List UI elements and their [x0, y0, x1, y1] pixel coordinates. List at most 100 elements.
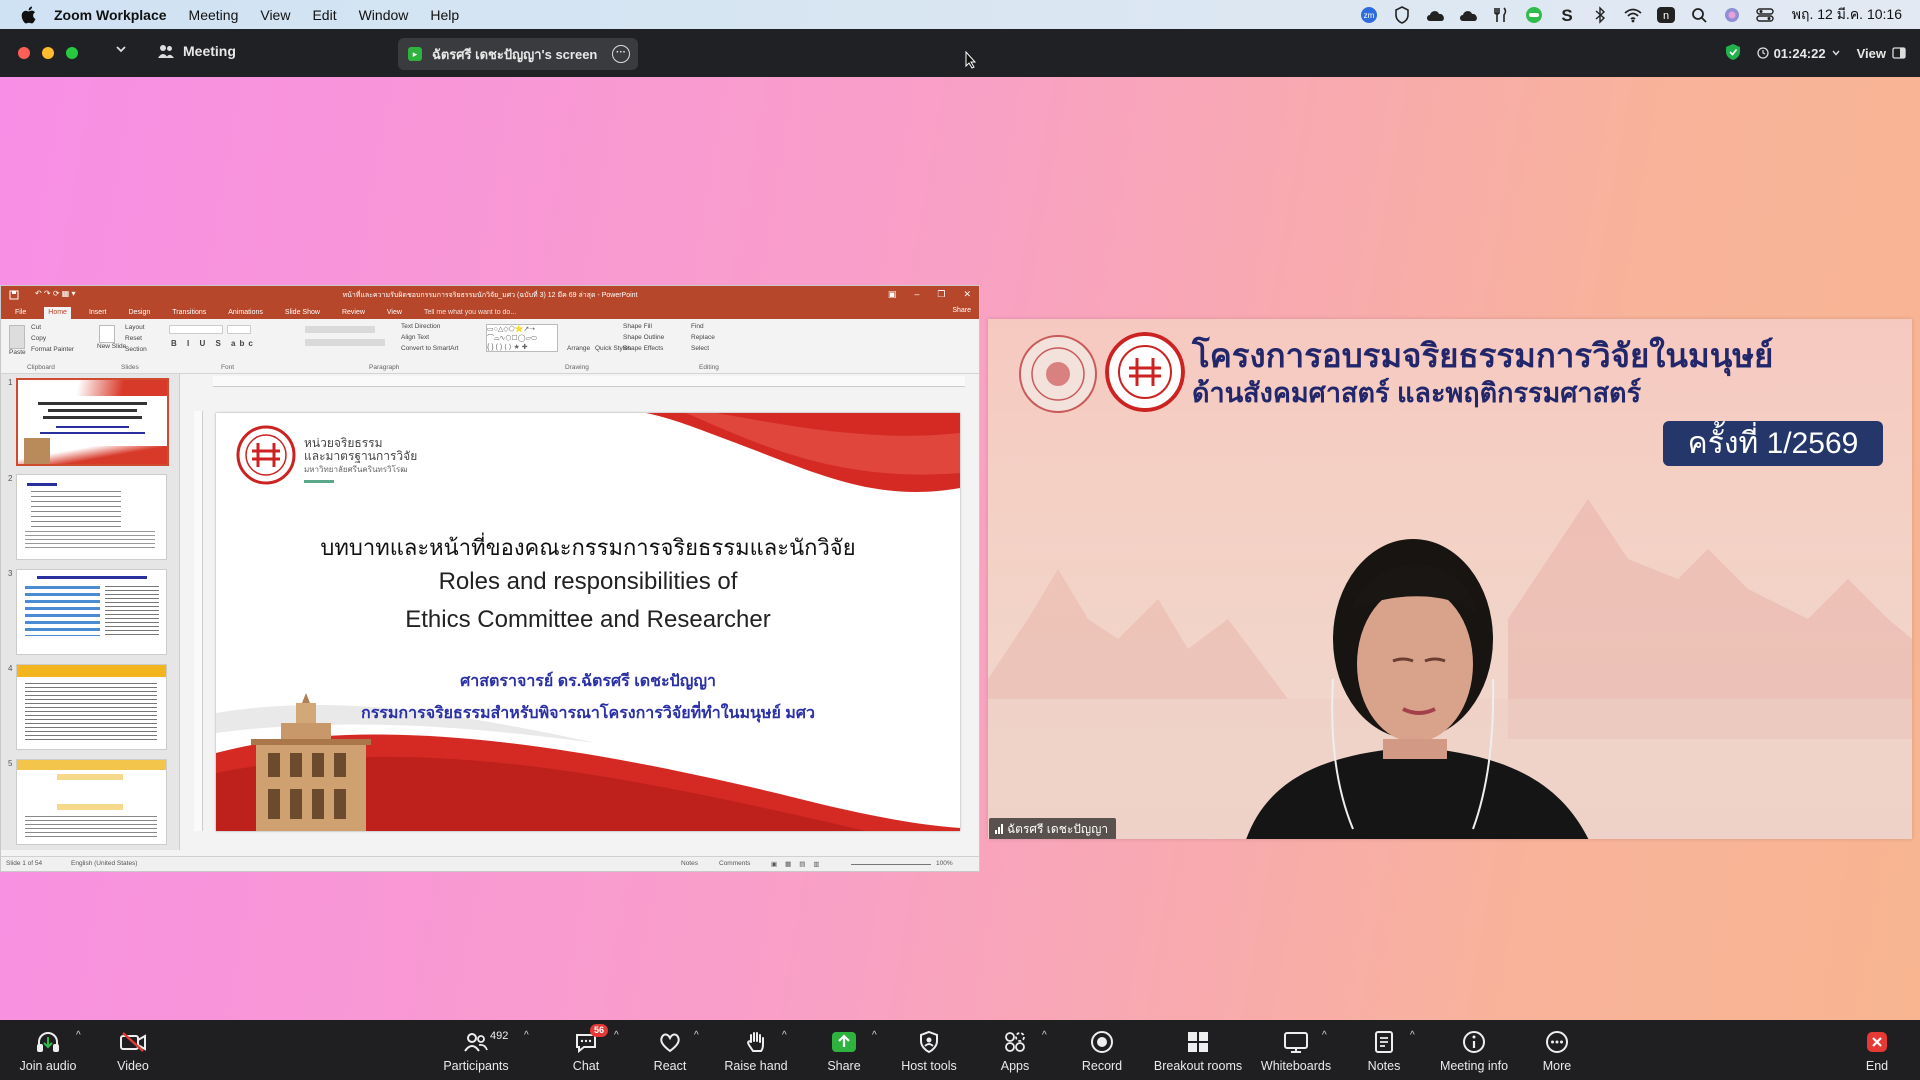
meeting-controls-toolbar: Join audio ^ Video Participants 492 ^ Ch…	[0, 1020, 1920, 1080]
participants-options-caret[interactable]: ^	[524, 1030, 529, 1041]
speaker-video-tile[interactable]: โครงการอบรมจริยธรรมการวิจัยในมนุษย์ ด้าน…	[988, 319, 1912, 839]
search-icon[interactable]	[1689, 6, 1709, 24]
participants-button[interactable]: Participants	[438, 1020, 514, 1080]
control-center-icon[interactable]	[1755, 6, 1775, 24]
join-audio-button[interactable]: Join audio	[12, 1020, 84, 1080]
meeting-menu-button[interactable]: Meeting	[157, 43, 236, 59]
hand-icon	[745, 1027, 767, 1057]
whiteboards-button[interactable]: Whiteboards	[1256, 1020, 1336, 1080]
shield-status-icon[interactable]	[1392, 5, 1412, 24]
participant-count: 492	[490, 1030, 509, 1042]
cloud-sync-icon[interactable]	[1458, 6, 1478, 24]
layout-label: Layout	[125, 324, 145, 331]
screen-share-dot-icon: ▸	[408, 47, 422, 61]
app-name-menu[interactable]: Zoom Workplace	[54, 7, 167, 23]
menu-help[interactable]: Help	[430, 7, 459, 23]
maximize-window-button[interactable]	[66, 47, 78, 59]
notes-icon	[1373, 1027, 1395, 1057]
fork-knife-icon[interactable]	[1491, 6, 1511, 24]
logo-line-3: มหาวิทยาลัยศรีนครินทรวิโรฒ	[304, 465, 408, 474]
meeting-timer[interactable]: 01:24:22	[1756, 46, 1841, 61]
n-app-icon[interactable]: n	[1656, 6, 1676, 24]
align-text-label: Align Text	[401, 334, 430, 341]
slide-thumbnail	[16, 759, 167, 845]
menu-view[interactable]: View	[260, 7, 290, 23]
apps-options-caret[interactable]: ^	[1042, 1030, 1047, 1041]
apple-icon[interactable]	[18, 4, 40, 26]
shared-screen-pill[interactable]: ▸ ฉัตรศรี เดชะปัญญา's screen ···	[398, 38, 638, 70]
end-label: End	[1865, 1059, 1889, 1073]
notes-button[interactable]: Notes	[1356, 1020, 1412, 1080]
tab-transitions: Transitions	[172, 309, 207, 316]
tab-insert: Insert	[88, 309, 107, 316]
bluetooth-icon[interactable]	[1590, 5, 1610, 24]
notes-status: Notes	[681, 860, 698, 867]
breakout-rooms-button[interactable]: Breakout rooms	[1148, 1020, 1248, 1080]
slide-thumbnail	[16, 378, 169, 466]
audio-options-caret[interactable]: ^	[76, 1030, 81, 1041]
more-button[interactable]: More	[1528, 1020, 1586, 1080]
record-button[interactable]: Record	[1072, 1020, 1132, 1080]
group-drawing: Drawing	[565, 364, 589, 371]
zoom-level: 100%	[936, 860, 953, 867]
react-button[interactable]: React	[642, 1020, 698, 1080]
view-label: View	[1856, 45, 1886, 61]
host-tools-button[interactable]: Host tools	[896, 1020, 962, 1080]
encryption-shield-icon[interactable]	[1725, 43, 1741, 64]
thumb-number: 5	[8, 759, 13, 768]
meeting-info-button[interactable]: Meeting info	[1434, 1020, 1514, 1080]
language-status: English (United States)	[71, 860, 138, 867]
menu-edit[interactable]: Edit	[312, 7, 336, 23]
slide-logo-text: หน่วยจริยธรรม และมาตรฐานการวิจัย มหาวิทย…	[304, 437, 417, 483]
new-slide-label: New Slide	[97, 343, 127, 350]
shared-screen-label: ฉัตรศรี เดชะปัญญา's screen	[432, 46, 598, 62]
svg-text:zm: zm	[1363, 11, 1374, 20]
chat-options-caret[interactable]: ^	[614, 1030, 619, 1041]
powerpoint-statusbar: Slide 1 of 54 English (United States) No…	[1, 856, 979, 871]
font-style-icons: B I U S abc	[171, 339, 257, 348]
thumb-number: 2	[8, 474, 13, 483]
line-app-icon[interactable]	[1524, 6, 1544, 24]
video-button[interactable]: Video	[102, 1020, 164, 1080]
join-audio-label: Join audio	[19, 1059, 77, 1073]
menubar-clock[interactable]: พฤ. 12 มี.ค. 10:16	[1792, 4, 1902, 26]
logo-line-2: และมาตรฐานการวิจัย	[304, 449, 418, 463]
apps-button[interactable]: Apps	[985, 1020, 1045, 1080]
tab-animations: Animations	[228, 309, 263, 316]
react-options-caret[interactable]: ^	[694, 1030, 699, 1041]
chat-unread-badge: 56	[590, 1024, 608, 1037]
raise-hand-button[interactable]: Raise hand	[720, 1020, 792, 1080]
close-window-button[interactable]	[18, 47, 30, 59]
slide-heading-en-1: Roles and responsibilities of	[438, 568, 738, 595]
wifi-icon[interactable]	[1623, 6, 1643, 24]
whiteboards-options-caret[interactable]: ^	[1322, 1030, 1327, 1041]
raise-hand-options-caret[interactable]: ^	[782, 1030, 787, 1041]
slide-heading-thai: บทบาทและหน้าที่ของคณะกรรมการจริยธรรมและน…	[320, 535, 856, 560]
minimize-window-button[interactable]	[42, 47, 54, 59]
share-button[interactable]: Share	[816, 1020, 872, 1080]
end-meeting-button[interactable]: End	[1852, 1020, 1902, 1080]
cloud-icon[interactable]	[1425, 6, 1445, 24]
session-badge: ครั้งที่ 1/2569	[1663, 421, 1883, 466]
share-options-caret[interactable]: ^	[872, 1030, 877, 1041]
more-options-icon[interactable]: ···	[612, 45, 630, 63]
chevron-down-icon[interactable]	[114, 42, 128, 59]
powerpoint-window-title: หน้าที่และความรับผิดชอบกรรมการจริยธรรมนั…	[342, 292, 638, 299]
university-seal-logo	[236, 425, 296, 485]
view-button[interactable]: View	[1857, 46, 1906, 61]
video-off-icon	[119, 1027, 147, 1057]
notes-options-caret[interactable]: ^	[1410, 1030, 1415, 1041]
siri-icon[interactable]	[1722, 6, 1742, 24]
ribbon-home: Paste Cut Copy Format Painter New Slide …	[1, 319, 979, 374]
info-icon	[1462, 1027, 1486, 1057]
s-app-icon[interactable]: S	[1557, 6, 1577, 24]
thumb-number: 4	[8, 664, 13, 673]
menu-meeting[interactable]: Meeting	[189, 7, 239, 23]
whiteboard-icon	[1283, 1027, 1309, 1057]
menu-window[interactable]: Window	[359, 7, 409, 23]
tab-review: Review	[341, 309, 365, 316]
react-label: React	[653, 1059, 687, 1073]
zoom-status-icon[interactable]: zm	[1359, 6, 1379, 24]
chevron-down-icon	[1832, 50, 1840, 56]
slide-thumbnail	[16, 664, 167, 750]
